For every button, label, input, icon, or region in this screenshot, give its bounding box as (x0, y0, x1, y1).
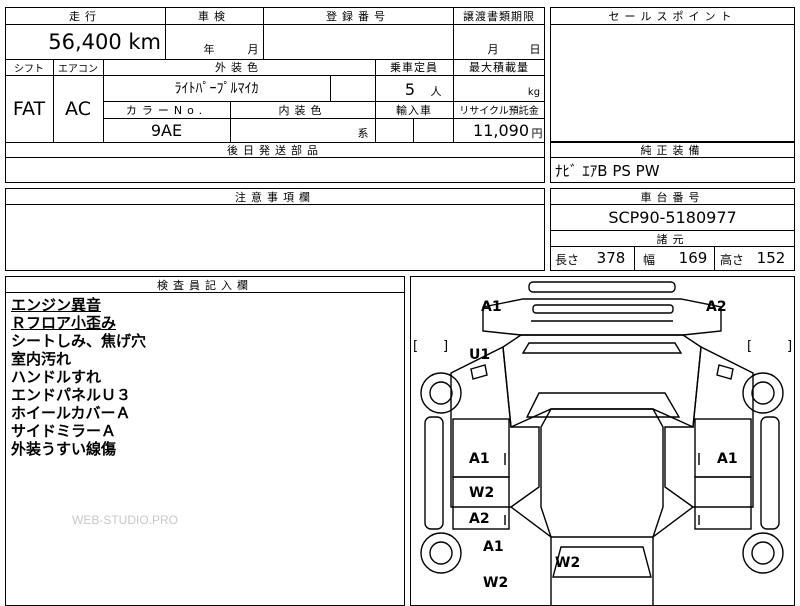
later-parts-label: 後日発送部品 (227, 143, 323, 157)
damage-label-u1: U1 (469, 347, 491, 363)
inspection-label: 車検 (198, 9, 230, 23)
shift-label: シフト (14, 63, 44, 75)
front-bumper-shape (528, 281, 676, 293)
front-right-wheel-icon (742, 372, 784, 414)
transfer-deadline-label: 譲渡書類期限 (463, 9, 535, 23)
note-line: サイドミラーＡ (11, 422, 117, 440)
capacity-label: 乗車定員 (390, 61, 438, 74)
standard-equipment-value: ﾅﾋﾞ ｴｱB PS PW (555, 161, 660, 180)
capacity-unit: 人 (430, 85, 442, 98)
left-body-shape (450, 345, 540, 508)
grille-shape (532, 304, 674, 314)
recycle-unit: 円 (531, 127, 543, 140)
damage-label-w2-left-bottom: W2 (483, 575, 509, 591)
mileage-label: 走行 (69, 9, 101, 23)
note-line: 室内汚れ (11, 350, 72, 368)
damage-label-w2-left-rear-door: W2 (469, 485, 495, 501)
bracket-open: [ (413, 339, 419, 354)
max-load-unit: kg (527, 86, 541, 98)
length-value: 378 (596, 249, 626, 267)
note-line: Ｒフロア小歪み (11, 314, 117, 332)
top-sheet: 走行 車検 登録番号 譲渡書類期限 56,400 km 年 月 月 日 シフト … (5, 7, 545, 183)
aircon-label: エアコン (58, 63, 98, 75)
inspection-year-unit: 年 (203, 43, 215, 56)
damage-label-a1-right-door: A1 (717, 451, 738, 467)
height-value: 152 (756, 249, 786, 267)
length-label: 長さ (554, 252, 579, 267)
dimensions-label: 諸元 (656, 232, 689, 246)
front-left-wheel-icon (420, 372, 462, 414)
right-body-shape (664, 345, 754, 508)
bracket-close: ] (787, 339, 793, 354)
exterior-color-value: ﾗｲﾄﾊﾟｰﾌﾟﾙﾏｲｶ (174, 81, 259, 97)
interior-color-suffix: 系 (357, 127, 369, 140)
note-line: エンドパネルＵ３ (11, 386, 132, 404)
shift-value: FAT (12, 97, 46, 120)
inspection-month-unit: 月 (247, 43, 259, 56)
rear-left-wheel-icon (420, 532, 462, 574)
aircon-value: AC (65, 97, 91, 120)
cabin-shape (502, 334, 702, 429)
damage-label-a1-front-left: A1 (481, 299, 502, 315)
damage-label-a1-left-wheel: A1 (483, 539, 504, 555)
inspector-notes-box: 検査員記入欄 エンジン異音 Ｒフロア小歪み シートしみ、焦げ穴 室内汚れ ハンド… (5, 276, 405, 606)
note-line: エンジン異音 (11, 296, 102, 314)
width-value: 169 (678, 249, 708, 267)
height-label: 高さ (719, 252, 744, 267)
note-line: ホイールカバーＡ (11, 404, 131, 422)
transfer-day-unit: 日 (529, 43, 541, 56)
sales-point-box: セールスポイント (550, 7, 795, 142)
transfer-month-unit: 月 (487, 43, 499, 56)
registration-label: 登録番号 (326, 9, 390, 23)
color-no-label: カラーNo. (125, 103, 208, 117)
damage-label-a1-left-door: A1 (469, 451, 490, 467)
note-line: ハンドルすれ (11, 368, 102, 386)
rear-right-wheel-icon (742, 532, 784, 574)
sales-point-label: セールスポイント (608, 10, 737, 23)
chassis-value: SCP90-5180977 (608, 208, 737, 227)
exterior-color-label: 外装色 (215, 61, 263, 74)
damage-label-a2-front-right: A2 (706, 299, 727, 315)
recycle-value: 11,090 (473, 120, 529, 140)
bracket-open: [ (747, 339, 753, 354)
standard-equipment-label: 純正装備 (640, 144, 705, 157)
caution-box: 注意事項欄 (5, 188, 545, 271)
chassis-label: 車台番号 (640, 190, 705, 204)
max-load-label: 最大積載量 (469, 61, 529, 74)
capacity-value: 5 (404, 79, 416, 99)
interior-color-label: 内装色 (278, 103, 327, 117)
watermark: WEB-STUDIO.PRO (72, 513, 179, 527)
bracket-close: ] (443, 339, 449, 354)
caution-label: 注意事項欄 (235, 190, 315, 204)
caution-value (6, 205, 544, 270)
import-label: 輸入車 (396, 103, 432, 117)
recycle-label: リサイクル預託金 (459, 106, 539, 117)
later-parts-value (5, 157, 545, 183)
inspector-notes-label: 検査員記入欄 (157, 278, 253, 292)
standard-equipment-box: 純正装備 ﾅﾋﾞ ｴｱB PS PW (550, 142, 795, 183)
inspector-notes-list: エンジン異音 Ｒフロア小歪み シートしみ、焦げ穴 室内汚れ ハンドルすれ エンド… (11, 296, 391, 458)
sales-point-value (551, 25, 794, 141)
chassis-box: 車台番号 SCP90-5180977 諸元 長さ 378 幅 169 高さ 15… (550, 188, 795, 271)
color-no-value: 9AE (150, 120, 183, 140)
note-line: シートしみ、焦げ穴 (11, 332, 147, 350)
note-line: 外装うすい線傷 (11, 440, 117, 458)
mileage-value: 56,400 km (48, 29, 161, 54)
damage-map-box: A1 A2 U1 A1 A1 W2 A2 A1 W2 W2 [ ] [ ] (410, 276, 795, 606)
damage-label-w2-rear: W2 (555, 555, 581, 571)
width-label: 幅 (642, 252, 655, 267)
damage-label-a2-left-rear: A2 (469, 511, 490, 527)
registration-value (263, 24, 453, 59)
car-diagram (420, 281, 784, 605)
